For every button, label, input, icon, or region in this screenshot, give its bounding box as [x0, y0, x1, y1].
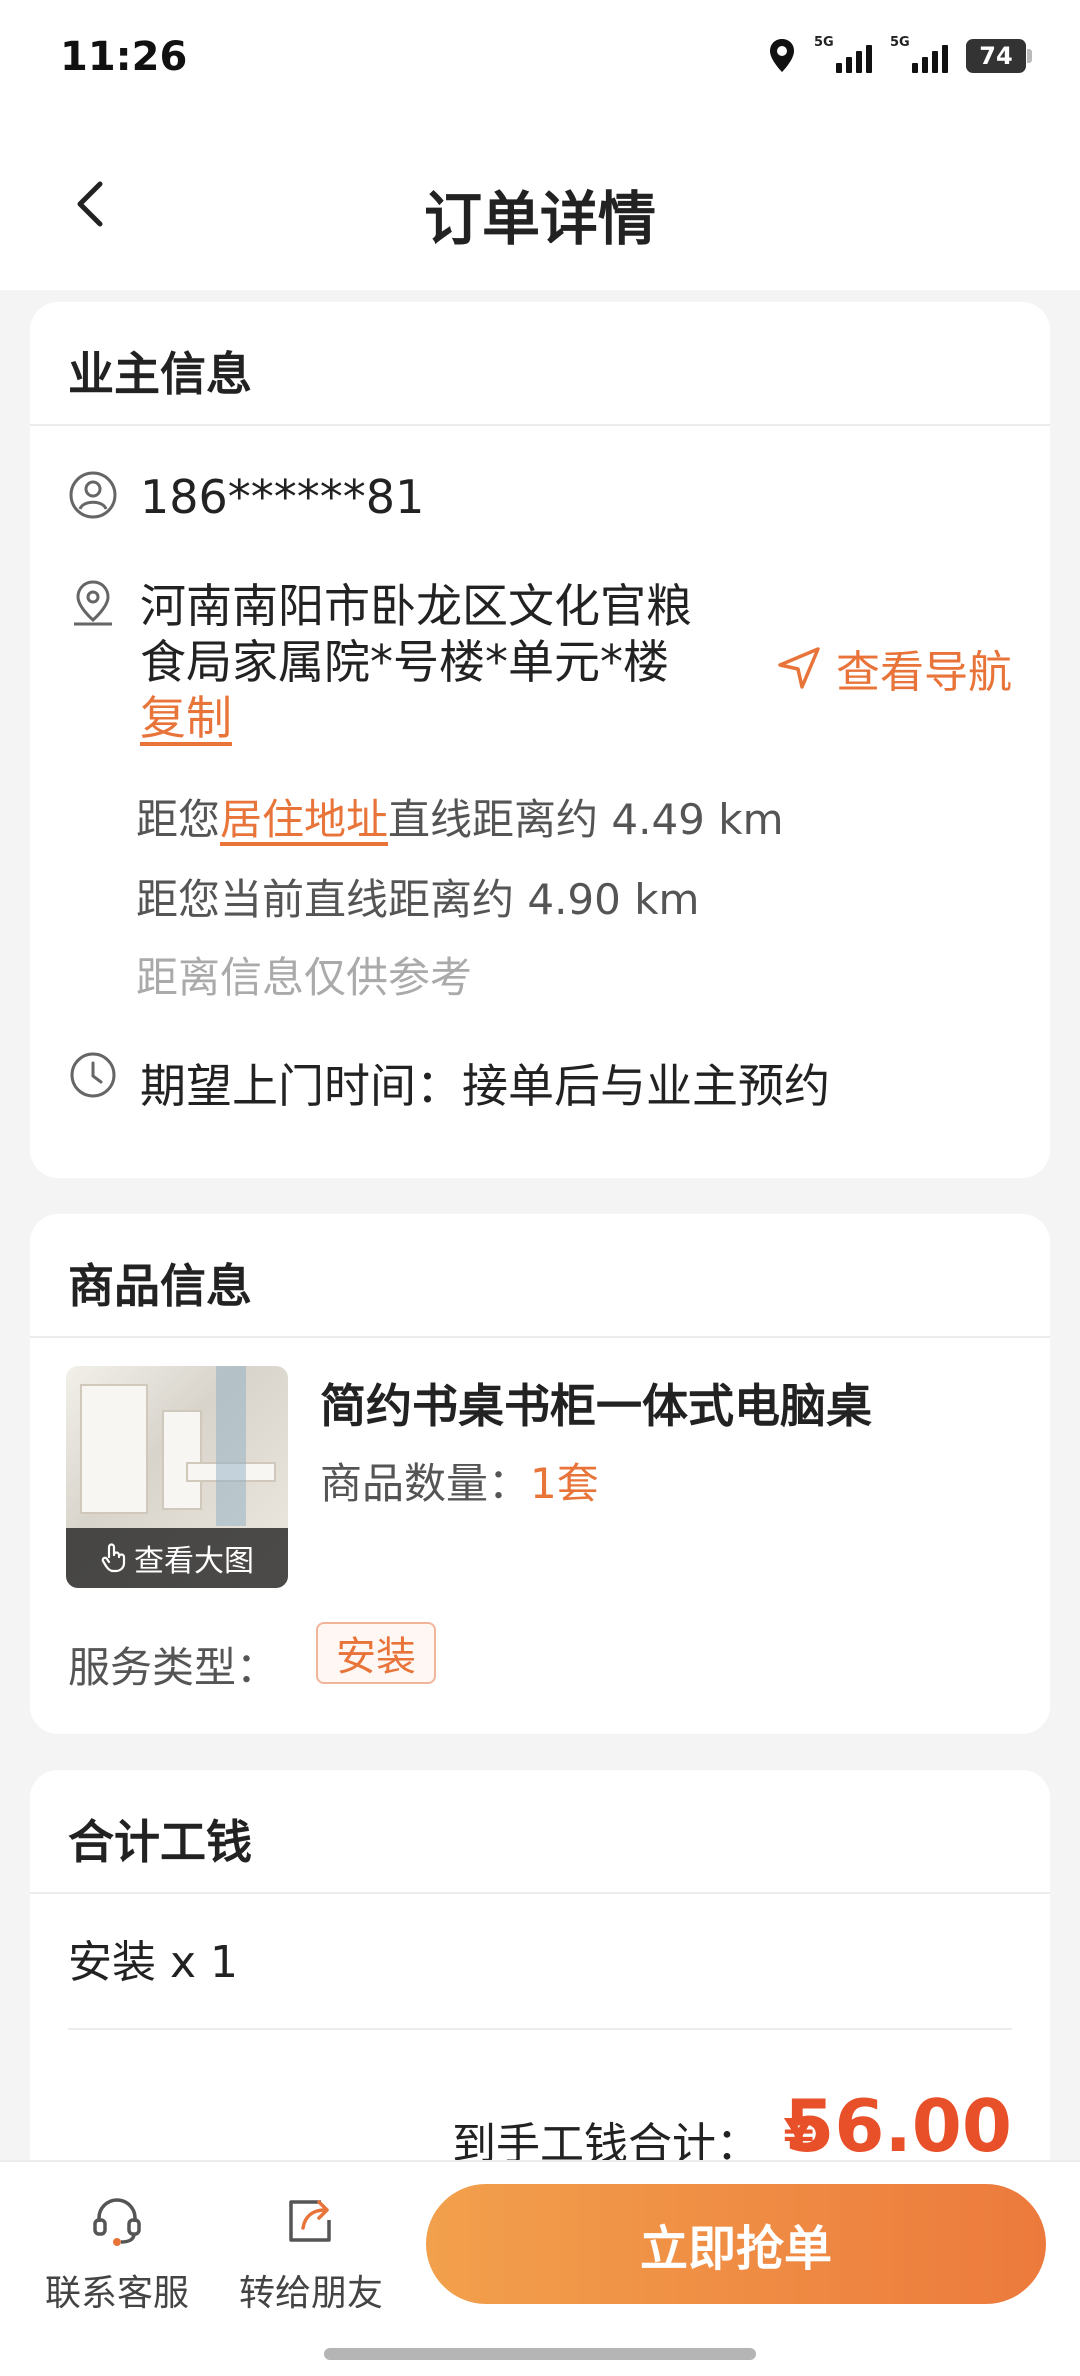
navigation-arrow-icon: [778, 647, 820, 689]
view-large-image-label: 查看大图: [134, 1544, 254, 1579]
distance-home: 距您居住地址直线距离约 4.49 km: [136, 795, 784, 844]
address-row: 河南南阳市卧龙区文化官粮 食局家属院*号楼*单元*楼 复制: [68, 578, 692, 746]
service-type-tag: 安装: [316, 1622, 436, 1684]
share-to-friend-button[interactable]: 转给朋友: [226, 2190, 396, 2316]
quantity-value: 1套: [530, 1459, 599, 1508]
signal-icon-2: 5G: [890, 35, 948, 73]
expected-time-row: 期望上门时间：接单后与业主预约: [68, 1050, 830, 1116]
fee-card: 合计工钱 安装 x 1 到手工钱合计： ¥ 56.00: [30, 1770, 1050, 2190]
grab-order-button[interactable]: 立即抢单: [426, 2184, 1046, 2304]
signal-icon-1: 5G: [814, 35, 872, 73]
navigate-button[interactable]: 查看导航: [776, 636, 1012, 700]
location-pin-icon: [74, 580, 112, 626]
address-line-1: 河南南阳市卧龙区文化官粮: [140, 579, 692, 633]
total-amount: 56.00: [784, 2084, 1012, 2168]
battery-icon: 74: [966, 39, 1032, 73]
view-large-image-button[interactable]: 查看大图: [66, 1528, 288, 1588]
owner-info-card: 业主信息 186******81 河南南阳市卧龙区文化官粮 食局家属院*号楼*单…: [30, 302, 1050, 1178]
service-type-label: 服务类型：: [68, 1643, 279, 1692]
fee-item: 安装 x 1: [68, 1937, 239, 1988]
status-time: 11:26: [60, 34, 188, 80]
user-icon: [69, 471, 117, 519]
nav-bar: 订单详情: [0, 120, 1080, 290]
clock-icon: [70, 1052, 116, 1098]
page-title: 订单详情: [423, 185, 656, 253]
product-thumbnail[interactable]: 查看大图: [66, 1366, 288, 1588]
distance-current: 距您当前直线距离约 4.90 km: [136, 875, 700, 924]
product-info-card: 商品信息 查看大图 简约书桌书柜一体式电脑桌 商品数量：1套 服务类型： 安装: [30, 1214, 1050, 1734]
expected-time: 期望上门时间：接单后与业主预约: [140, 1059, 830, 1113]
address-line-2: 食局家属院*号楼*单元*楼: [140, 635, 669, 689]
headset-icon: [93, 2198, 141, 2246]
tap-hand-icon: [101, 1543, 126, 1573]
status-bar: 11:26 5G 5G 74: [0, 0, 1080, 120]
phone-row: 186******81: [68, 470, 424, 524]
product-section-title: 商品信息: [30, 1214, 1050, 1338]
navigate-label: 查看导航: [836, 647, 1012, 698]
location-icon: [770, 39, 794, 72]
owner-section-title: 业主信息: [30, 302, 1050, 426]
home-address-link[interactable]: 居住地址: [220, 795, 388, 844]
customer-service-label: 联系客服: [44, 2273, 189, 2314]
share-icon: [289, 2200, 331, 2242]
status-icons: 5G 5G 74: [768, 35, 1032, 74]
home-indicator[interactable]: [324, 2348, 756, 2360]
fee-section-title: 合计工钱: [30, 1770, 1050, 1894]
fee-divider: [68, 2028, 1012, 2030]
share-label: 转给朋友: [238, 2273, 383, 2314]
product-name: 简约书桌书柜一体式电脑桌: [320, 1379, 872, 1433]
customer-service-button[interactable]: 联系客服: [32, 2190, 202, 2316]
product-quantity: 商品数量：1套: [320, 1459, 599, 1508]
copy-address-link[interactable]: 复制: [140, 690, 692, 746]
bottom-action-bar: 联系客服 转给朋友 立即抢单: [0, 2160, 1080, 2376]
distance-note: 距离信息仅供参考: [136, 953, 473, 1002]
owner-phone: 186******81: [140, 470, 425, 524]
